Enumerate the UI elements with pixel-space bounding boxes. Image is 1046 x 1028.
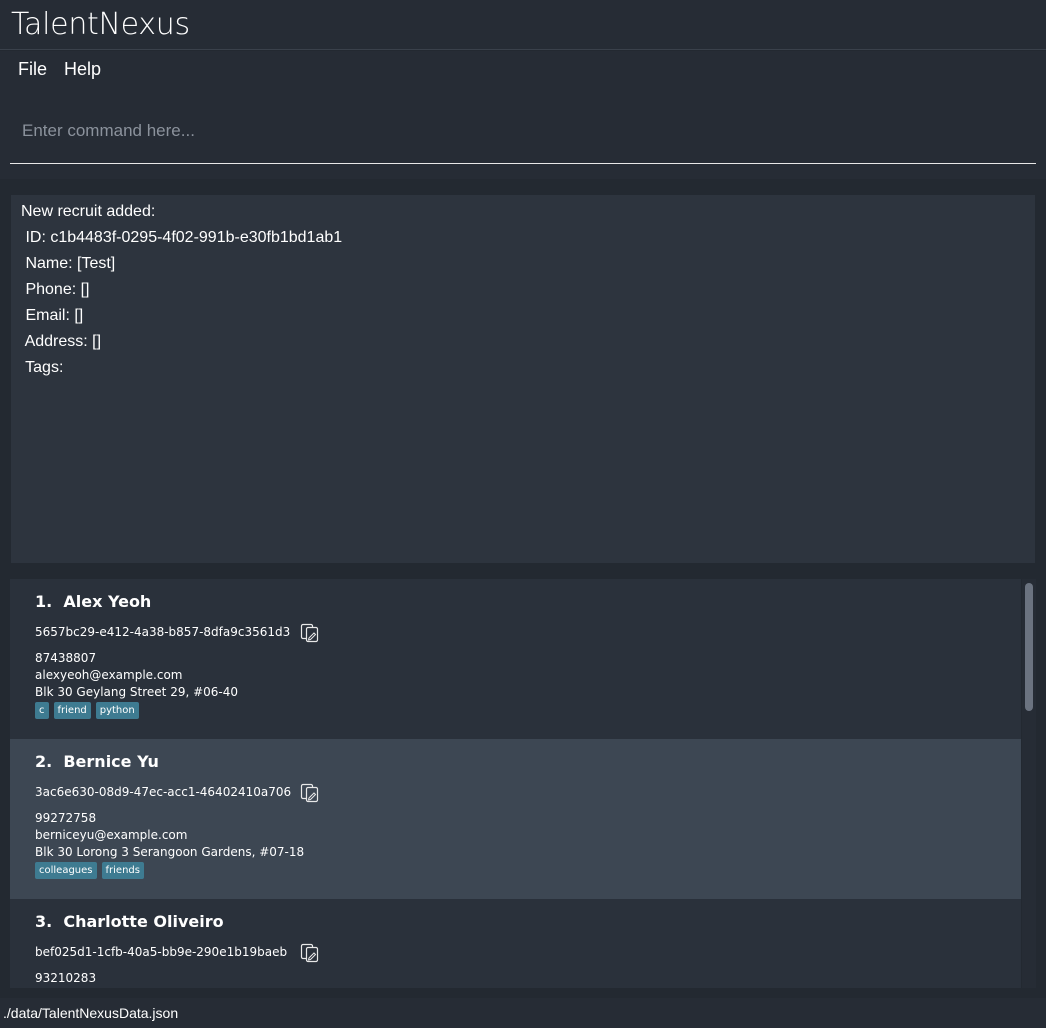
recruit-index: 2. [35,752,53,771]
recruit-name: 3. Charlotte Oliveiro [35,912,224,931]
result-line: New recruit added: [21,203,156,220]
recruit-index: 1. [35,592,53,611]
recruit-list[interactable]: 1. Alex Yeoh 5657bc29-e412-4a38-b857-8df… [10,579,1021,988]
scrollbar-thumb[interactable] [1025,583,1033,711]
recruit-phone: 99272758 [35,811,97,825]
recruit-name: 1. Alex Yeoh [35,592,151,611]
app-title: TalentNexus [11,7,190,42]
recruit-index: 3. [35,912,53,931]
title-bar: TalentNexus [0,0,1046,50]
recruit-id: 3ac6e630-08d9-47ec-acc1-46402410a706 [35,785,292,799]
recruit-card[interactable]: 1. Alex Yeoh 5657bc29-e412-4a38-b857-8df… [10,579,1021,739]
result-line: Tags: [21,359,68,376]
menu-file[interactable]: File [18,59,47,80]
result-line: ID: c1b4483f-0295-4f02-991b-e30fb1bd1ab1 [21,229,343,246]
tag: python [95,702,139,719]
status-bar: ./data/TalentNexusData.json [0,998,1046,1028]
recruit-address: Blk 30 Lorong 3 Serangoon Gardens, #07-1… [35,845,305,859]
list-scrollbar[interactable] [1022,579,1036,988]
result-line: Email: [] [21,307,84,324]
copy-icon[interactable] [300,943,320,963]
recruit-email: alexyeoh@example.com [35,668,183,682]
result-line: Name: [Test] [21,255,116,272]
copy-icon[interactable] [300,623,320,643]
recruit-tags: c friend python [35,702,139,719]
recruit-phone: 93210283 [35,971,97,985]
recruit-id: 5657bc29-e412-4a38-b857-8dfa9c3561d3 [35,625,291,639]
recruit-name-text: Bernice Yu [63,752,159,771]
result-line: Phone: [] [21,281,90,298]
recruit-name: 2. Bernice Yu [35,752,159,771]
tag: friends [101,862,144,879]
copy-icon[interactable] [300,783,320,803]
data-file-path: ./data/TalentNexusData.json [3,1005,179,1021]
command-box [0,87,1046,179]
tag: colleagues [35,862,97,879]
tag: c [35,702,49,719]
recruit-tags: colleagues friends [35,862,144,879]
recruit-name-text: Alex Yeoh [63,592,152,611]
recruit-address: Blk 30 Geylang Street 29, #06-40 [35,685,239,699]
recruit-email: berniceyu@example.com [35,828,188,842]
menu-help[interactable]: Help [64,59,101,80]
recruit-name-text: Charlotte Oliveiro [63,912,224,931]
app-window: TalentNexus File Help New recruit added:… [0,0,1046,1028]
command-input[interactable] [10,87,1036,164]
recruit-card[interactable]: 3. Charlotte Oliveiro bef025d1-1cfb-40a5… [10,899,1021,988]
menu-bar: File Help [0,51,1046,87]
result-display: New recruit added: ID: c1b4483f-0295-4f0… [11,195,1035,563]
tag: friend [53,702,91,719]
recruit-id: bef025d1-1cfb-40a5-bb9e-290e1b19baeb [35,945,288,959]
recruit-card[interactable]: 2. Bernice Yu 3ac6e630-08d9-47ec-acc1-46… [10,739,1021,899]
result-line: Address: [] [21,333,102,350]
recruit-phone: 87438807 [35,651,97,665]
